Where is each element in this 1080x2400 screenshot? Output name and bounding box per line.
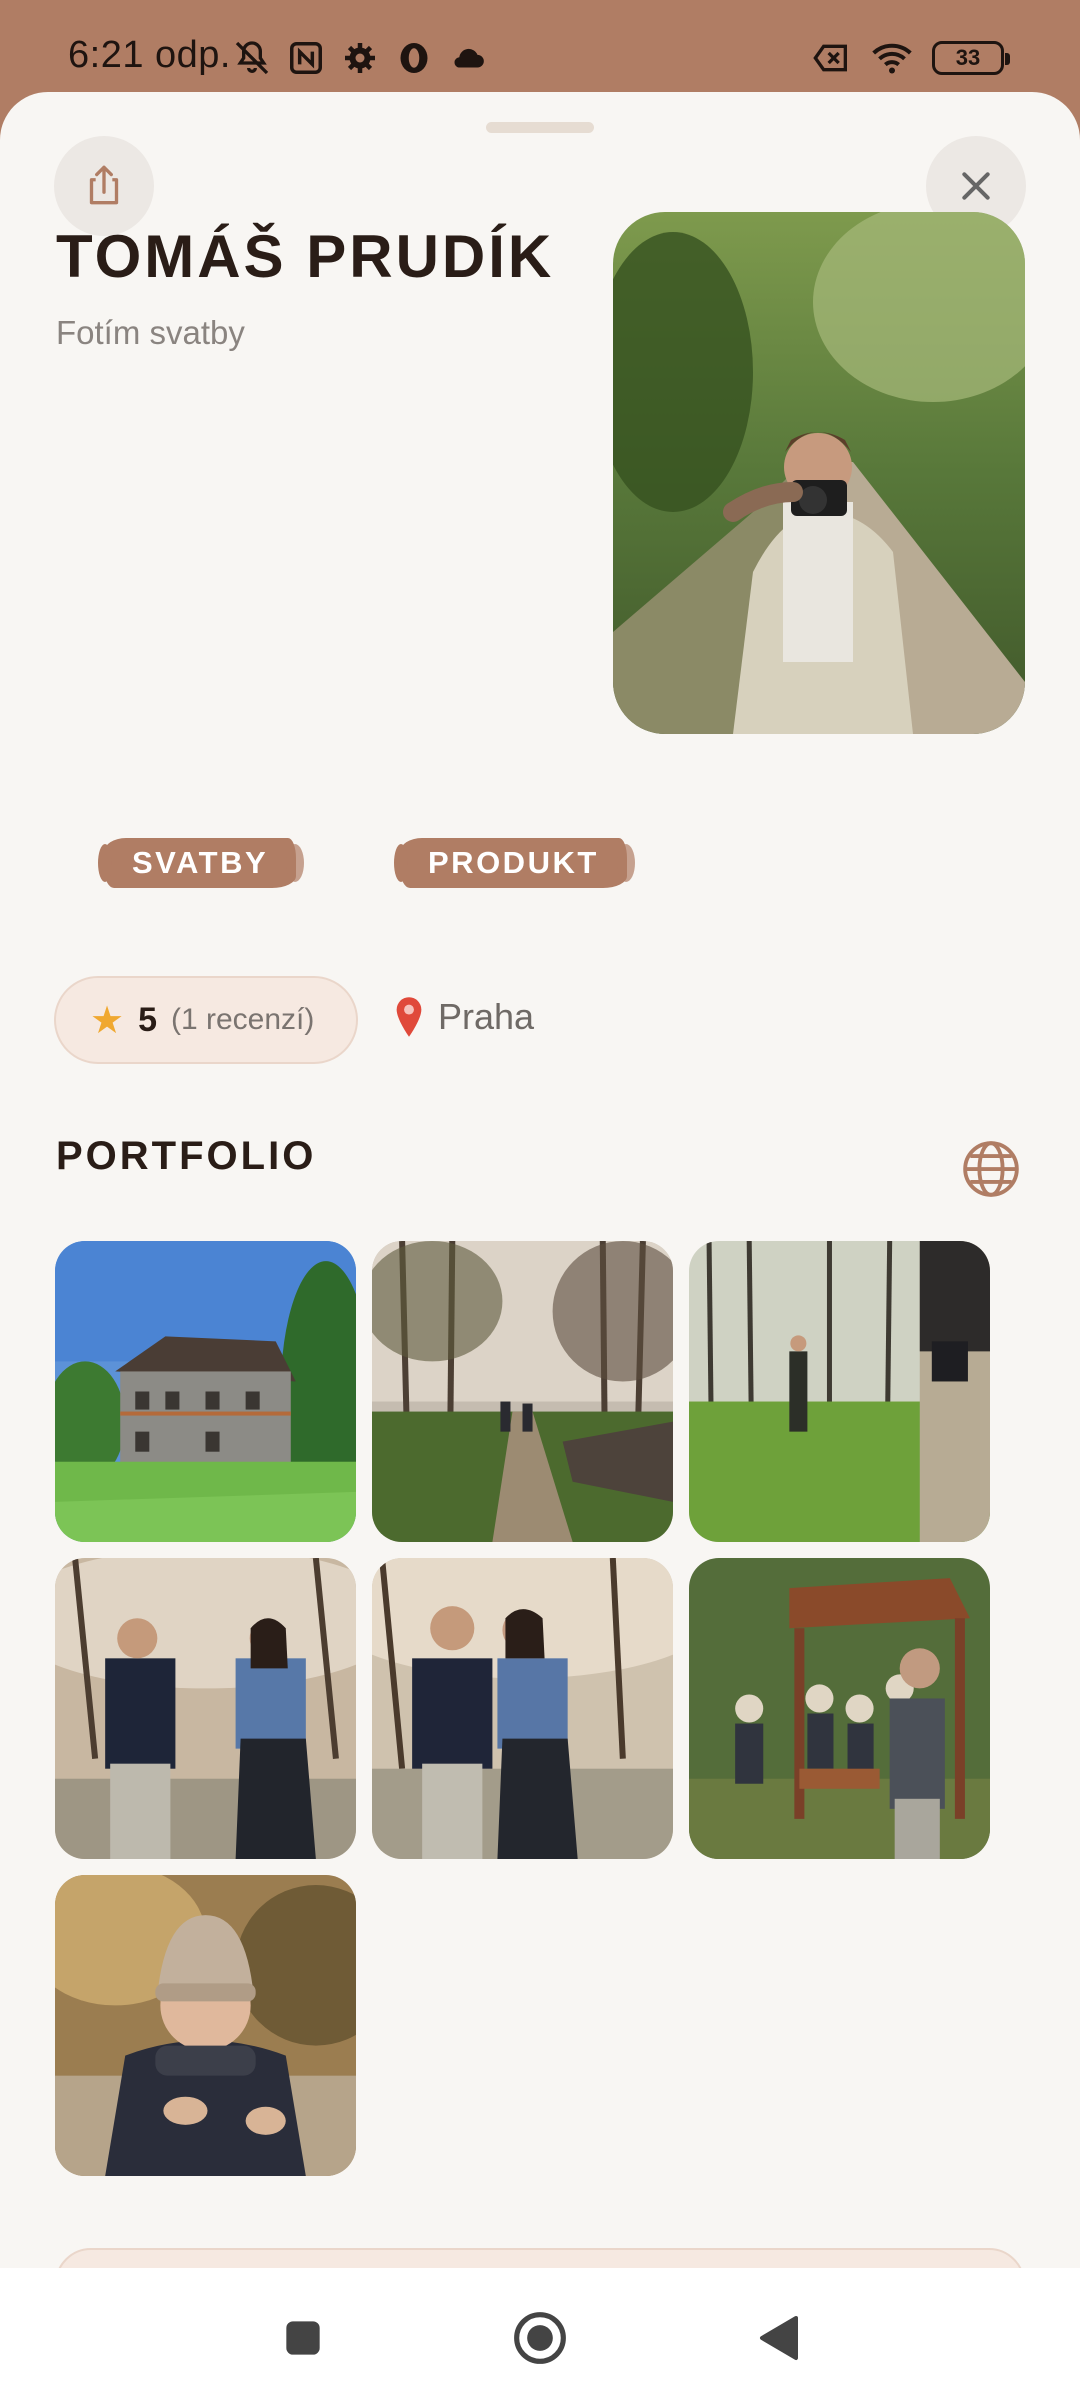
portfolio-photo-2[interactable] bbox=[372, 1241, 673, 1542]
location-pin-icon bbox=[396, 997, 422, 1037]
globe-icon bbox=[963, 1141, 1019, 1197]
website-button[interactable] bbox=[960, 1138, 1022, 1200]
portfolio-photo-5[interactable] bbox=[372, 1558, 673, 1859]
battery-icon: 33 bbox=[932, 41, 1010, 75]
home-circle-icon bbox=[514, 2312, 566, 2364]
drag-handle[interactable] bbox=[486, 122, 594, 133]
share-icon bbox=[89, 165, 119, 205]
profile-name: TOMÁŠ PRUDÍK bbox=[56, 223, 555, 290]
portfolio-photo-3[interactable] bbox=[689, 1241, 990, 1542]
battery-level: 33 bbox=[955, 45, 981, 70]
status-bar: 6:21 odp. 33 bbox=[0, 0, 1080, 92]
rating-value: 5 bbox=[138, 1000, 157, 1039]
notifications-off-icon bbox=[232, 38, 272, 78]
close-icon bbox=[962, 172, 990, 200]
profile-photo[interactable] bbox=[613, 212, 1025, 734]
nfc-icon bbox=[286, 38, 326, 78]
portfolio-photo-7[interactable] bbox=[55, 1875, 356, 2176]
wifi-icon bbox=[872, 38, 912, 78]
back-triangle-icon bbox=[760, 2316, 798, 2360]
portfolio-title: PORTFOLIO bbox=[56, 1134, 317, 1178]
location-text: Praha bbox=[438, 996, 535, 1037]
navigation-bar bbox=[0, 2268, 1080, 2400]
home-button[interactable] bbox=[510, 2308, 570, 2368]
portfolio-photo-6[interactable] bbox=[689, 1558, 990, 1859]
status-icons-left bbox=[232, 38, 488, 78]
rating-count: (1 recenzí) bbox=[171, 1003, 315, 1036]
profile-subtitle: Fotím svatby bbox=[56, 314, 245, 351]
portfolio-photo-1[interactable] bbox=[55, 1241, 356, 1542]
bottom-card[interactable] bbox=[55, 2248, 1025, 2268]
back-button[interactable] bbox=[748, 2308, 808, 2368]
portfolio-photo-4[interactable] bbox=[55, 1558, 356, 1859]
square-icon bbox=[286, 2321, 320, 2355]
opera-icon bbox=[394, 38, 434, 78]
tag-svatby[interactable]: SVATBY bbox=[97, 838, 305, 888]
location: Praha bbox=[394, 996, 534, 1038]
tag-produkt[interactable]: PRODUKT bbox=[394, 838, 635, 888]
rating-badge[interactable]: ★ 5 (1 recenzí) bbox=[54, 976, 358, 1064]
status-icons-right: 33 bbox=[812, 38, 1010, 78]
profile-sheet: TOMÁŠ PRUDÍK Fotím svatby SVATBY PRODUKT… bbox=[0, 92, 1080, 2268]
star-icon: ★ bbox=[90, 999, 125, 1042]
share-button[interactable] bbox=[54, 136, 154, 236]
no-sim-icon bbox=[812, 38, 852, 78]
status-time: 6:21 odp. bbox=[68, 34, 231, 76]
recents-button[interactable] bbox=[273, 2308, 333, 2368]
cloud-icon bbox=[448, 38, 488, 78]
settings-icon bbox=[340, 38, 380, 78]
